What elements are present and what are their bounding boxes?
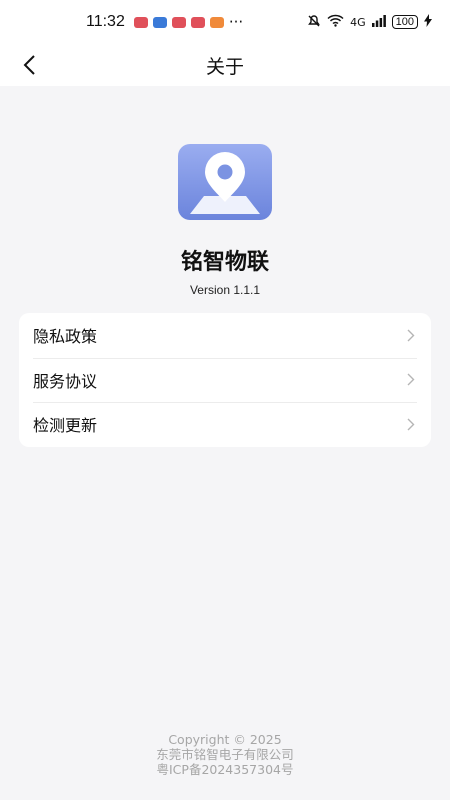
menu-item-privacy-policy[interactable]: 隐私政策	[19, 313, 431, 358]
notification-app-icon	[152, 16, 167, 28]
wifi-icon	[327, 14, 344, 30]
status-right: 4G 100	[307, 14, 432, 31]
status-time: 11:32	[86, 13, 125, 30]
app-name: 铭智物联	[180, 250, 269, 275]
back-button[interactable]	[16, 52, 42, 78]
status-bar: 11:32 ··· 4G 100	[0, 0, 450, 44]
chevron-left-icon	[23, 55, 35, 75]
footer: Copyright © 2025 东莞市铭智电子有限公司 粤ICP备202435…	[0, 732, 450, 777]
notification-app-icon	[133, 16, 148, 28]
app-logo	[178, 144, 272, 220]
menu-item-check-update[interactable]: 检测更新	[19, 402, 431, 447]
battery-indicator: 100	[391, 15, 418, 29]
company-name: 东莞市铭智电子有限公司	[156, 747, 294, 762]
notification-app-icon	[209, 16, 224, 28]
menu-item-label: 检测更新	[33, 416, 98, 436]
signal-label: 4G	[350, 15, 366, 29]
status-overflow: ···	[228, 13, 244, 31]
location-pin-icon	[190, 152, 260, 214]
settings-menu: 隐私政策 服务协议 检测更新	[19, 313, 431, 447]
status-left: 11:32 ···	[86, 13, 243, 31]
app-version: Version 1.1.1	[189, 283, 261, 297]
navigation-bar: 关于	[0, 44, 450, 86]
menu-item-service-agreement[interactable]: 服务协议	[19, 357, 431, 403]
page-title: 关于	[205, 55, 244, 78]
copyright-text: Copyright © 2025	[168, 732, 282, 747]
chevron-right-icon	[407, 328, 417, 342]
charging-icon	[424, 14, 432, 30]
icp-record: 粤ICP备2024357304号	[156, 762, 294, 777]
notification-app-icon	[171, 16, 186, 28]
signal-icon	[371, 14, 386, 30]
notification-app-icon	[190, 16, 205, 28]
mute-icon	[307, 14, 321, 31]
menu-item-label: 隐私政策	[33, 327, 98, 347]
chevron-right-icon	[407, 417, 417, 431]
menu-item-label: 服务协议	[33, 371, 98, 391]
chevron-right-icon	[407, 373, 417, 387]
